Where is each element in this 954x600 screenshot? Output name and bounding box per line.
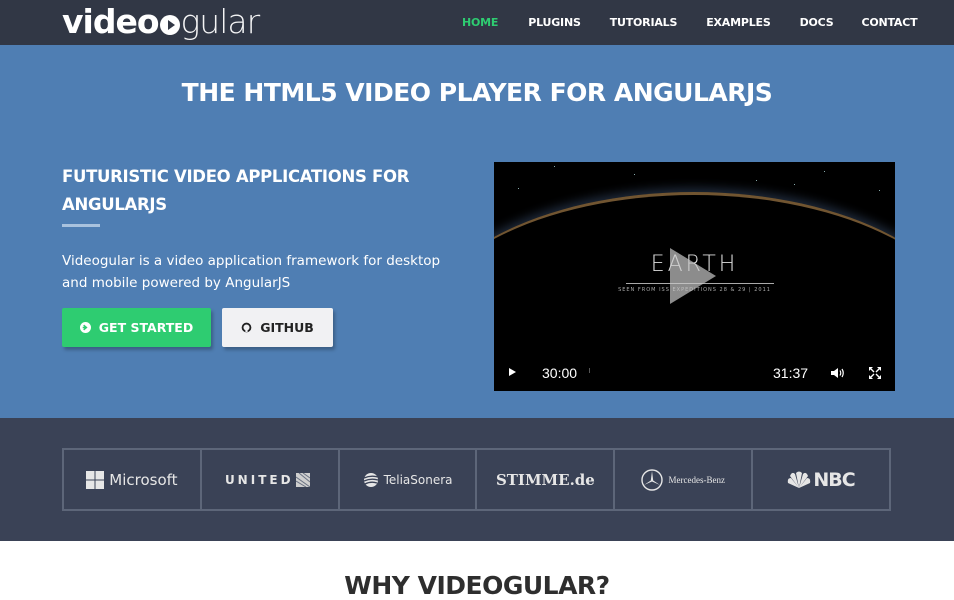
nav-docs[interactable]: DOCS xyxy=(800,16,834,29)
clients-section: Microsoft UNITED TeliaSonera STIMME.de M… xyxy=(0,418,954,541)
star xyxy=(634,174,635,175)
star xyxy=(554,166,555,167)
united-globe-icon xyxy=(295,472,310,487)
scrub-bar[interactable] xyxy=(589,368,590,373)
client-name: UNITED xyxy=(224,472,294,487)
client-united: UNITED xyxy=(202,450,340,509)
hero-divider xyxy=(62,224,100,227)
logo-text-light: gular xyxy=(180,2,261,41)
nav-examples[interactable]: EXAMPLES xyxy=(706,16,771,29)
play-icon[interactable] xyxy=(509,368,516,376)
hero-subtitle: FUTURISTIC VIDEO APPLICATIONS FOR ANGULA… xyxy=(62,167,410,214)
star xyxy=(518,188,519,189)
logo-text-bold: video xyxy=(62,2,159,41)
fullscreen-icon[interactable] xyxy=(869,366,881,379)
teliasonera-sphere-icon xyxy=(363,472,379,488)
video-controls: 30:00 31:37 xyxy=(494,355,895,391)
nbc-peacock-icon xyxy=(787,471,811,489)
star xyxy=(824,171,825,172)
client-nbc: NBC xyxy=(753,450,889,509)
nav-plugins[interactable]: PLUGINS xyxy=(528,16,581,29)
client-name: Mercedes-Benz xyxy=(668,474,725,485)
client-logos: Microsoft UNITED TeliaSonera STIMME.de M… xyxy=(62,448,891,511)
client-stimme: STIMME.de xyxy=(477,450,616,509)
star xyxy=(794,184,795,185)
video-player[interactable]: EARTH SEEN FROM ISS EXPEDITIONS 28 & 29 … xyxy=(494,162,895,391)
get-started-button[interactable]: GET STARTED xyxy=(62,308,211,347)
current-time: 30:00 xyxy=(542,365,578,381)
nav-contact[interactable]: CONTACT xyxy=(861,16,917,29)
main-nav: HOME PLUGINS TUTORIALS EXAMPLES DOCS CON… xyxy=(460,0,918,45)
client-microsoft: Microsoft xyxy=(64,450,202,509)
star xyxy=(756,180,757,181)
volume-icon[interactable] xyxy=(831,366,845,378)
client-name: TeliaSonera xyxy=(383,472,453,487)
big-play-icon[interactable] xyxy=(670,248,716,304)
hero-description: Videogular is a video application framew… xyxy=(62,253,441,291)
nav-tutorials[interactable]: TUTORIALS xyxy=(610,16,678,29)
hero-section: THE HTML5 VIDEO PLAYER FOR ANGULARJS FUT… xyxy=(0,45,954,418)
play-circle-icon xyxy=(159,15,180,35)
star xyxy=(879,190,880,191)
arrow-circle-right-icon xyxy=(79,322,91,333)
get-started-label: GET STARTED xyxy=(98,320,194,335)
logo[interactable]: video gular xyxy=(62,2,261,42)
client-name: NBC xyxy=(813,468,855,491)
mercedes-star-icon xyxy=(641,468,664,491)
client-teliasonera: TeliaSonera xyxy=(340,450,478,509)
navbar: video gular HOME PLUGINS TUTORIALS EXAMP… xyxy=(0,0,954,45)
client-name: Microsoft xyxy=(109,470,178,489)
total-time: 31:37 xyxy=(773,365,809,381)
hero-title: THE HTML5 VIDEO PLAYER FOR ANGULARJS xyxy=(181,78,773,107)
github-icon xyxy=(241,322,252,333)
why-videogular-title: WHY VIDEOGULAR? xyxy=(344,571,610,600)
github-label: GITHUB xyxy=(260,320,314,335)
nav-home[interactable]: HOME xyxy=(462,16,498,29)
client-mercedes: Mercedes-Benz xyxy=(615,450,754,509)
microsoft-logo-icon xyxy=(86,470,105,489)
github-button[interactable]: GITHUB xyxy=(222,308,333,347)
client-name: STIMME.de xyxy=(495,470,595,489)
